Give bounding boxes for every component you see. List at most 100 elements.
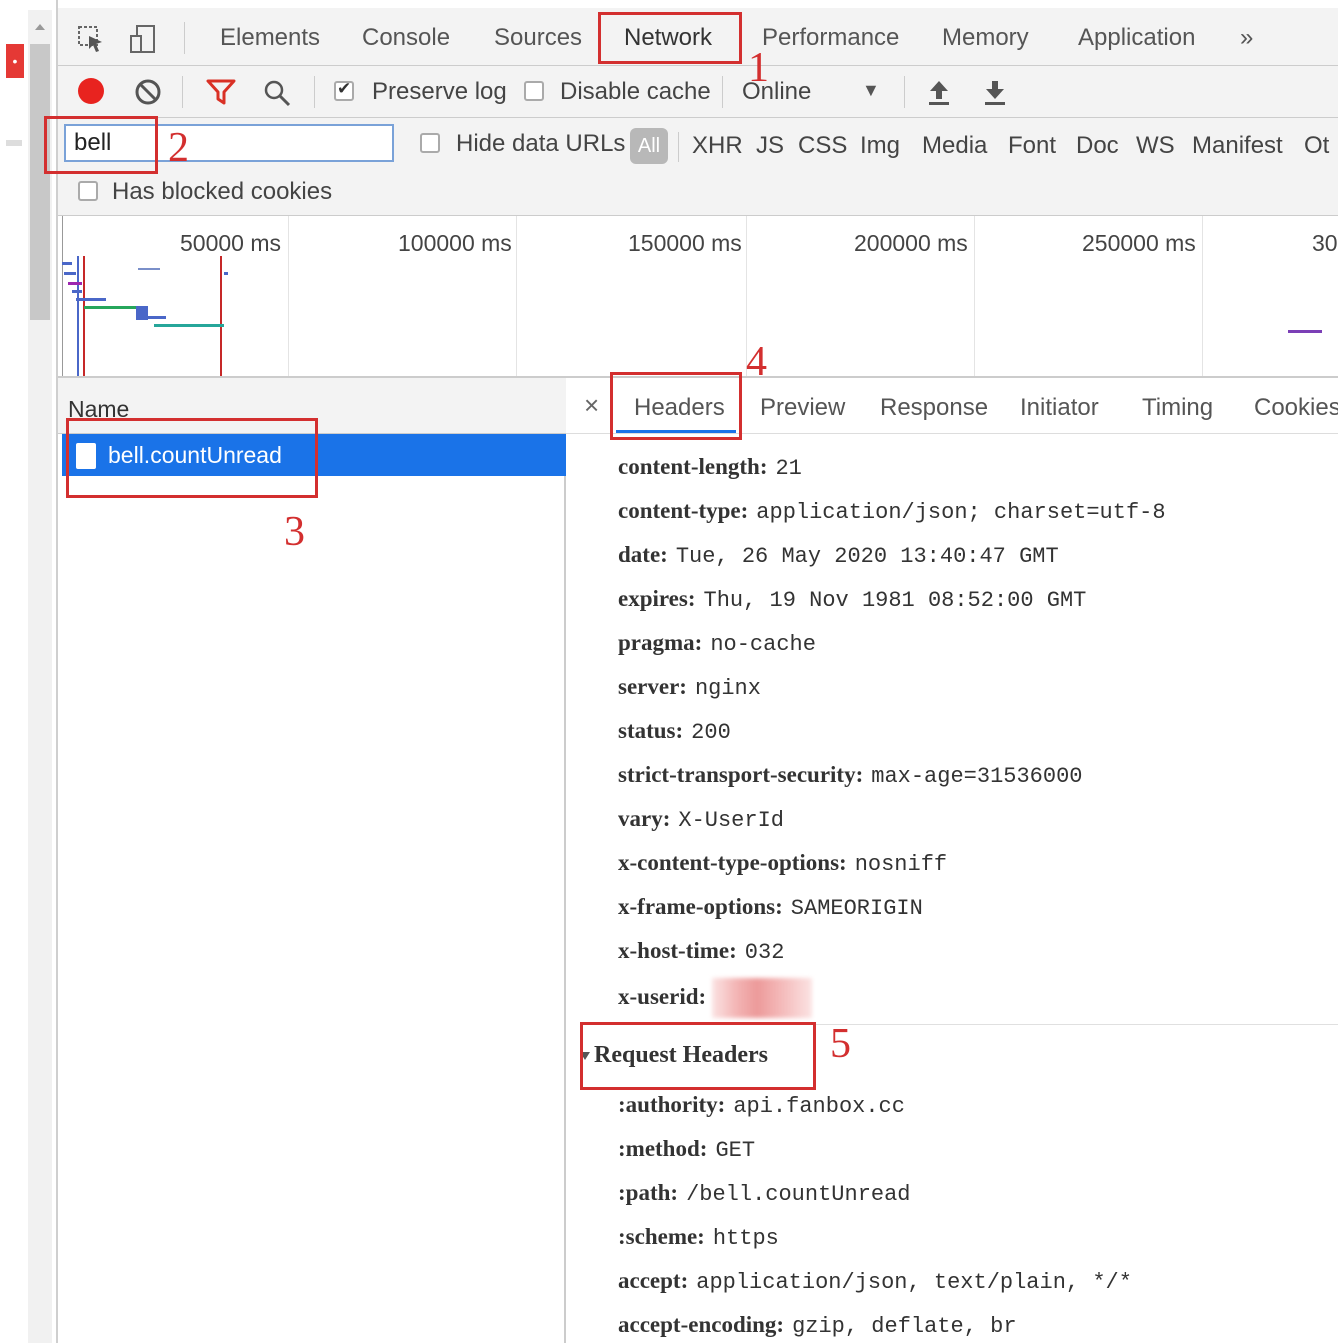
request-detail-panel: × Headers Preview Response Initiator Tim… bbox=[566, 378, 1338, 1343]
response-header-line: server: nginx bbox=[618, 674, 761, 701]
tab-application[interactable]: Application bbox=[1078, 24, 1195, 52]
response-header-line: vary: X-UserId bbox=[618, 806, 784, 833]
header-key: :method: bbox=[618, 1136, 708, 1161]
requests-panel: Name bell.countUnread bbox=[58, 378, 566, 1343]
annotation-box-request-headers bbox=[580, 1022, 816, 1090]
filter-separator bbox=[678, 132, 679, 162]
tab-preview[interactable]: Preview bbox=[760, 394, 845, 422]
annotation-number: 1 bbox=[748, 45, 769, 91]
response-header-line: x-userid: bbox=[618, 978, 813, 1018]
annotation-box-filter bbox=[44, 116, 158, 174]
disable-cache-checkbox[interactable] bbox=[524, 81, 544, 101]
device-toolbar-icon[interactable] bbox=[128, 24, 158, 54]
redacted-userid bbox=[712, 978, 813, 1018]
annotation-number: 4 bbox=[746, 339, 767, 385]
has-blocked-cookies-checkbox[interactable] bbox=[78, 181, 98, 201]
tab-initiator[interactable]: Initiator bbox=[1020, 394, 1099, 422]
annotation-number: 5 bbox=[830, 1021, 851, 1067]
header-value: 21 bbox=[775, 456, 802, 481]
scrollbar-thumb[interactable] bbox=[30, 44, 50, 320]
request-header-line: accept: application/json, text/plain, */* bbox=[618, 1268, 1132, 1295]
toolbar-separator bbox=[314, 76, 315, 108]
header-key: accept-encoding: bbox=[618, 1312, 785, 1337]
header-value: SAMEORIGIN bbox=[790, 896, 923, 921]
tab-timing[interactable]: Timing bbox=[1142, 394, 1213, 422]
request-header-line: :method: GET bbox=[618, 1136, 755, 1163]
tab-sources[interactable]: Sources bbox=[494, 24, 582, 52]
header-value: application/json, text/plain, */* bbox=[696, 1270, 1132, 1295]
header-value: nosniff bbox=[854, 852, 948, 877]
type-filter-ws[interactable]: WS bbox=[1136, 132, 1175, 160]
tab-cookies[interactable]: Cookies bbox=[1254, 394, 1338, 422]
header-key: pragma: bbox=[618, 630, 703, 655]
clear-icon[interactable] bbox=[134, 78, 162, 111]
type-filter-doc[interactable]: Doc bbox=[1076, 132, 1119, 160]
header-value: max-age=31536000 bbox=[871, 764, 1083, 789]
tab-response[interactable]: Response bbox=[880, 394, 988, 422]
toolbar-separator bbox=[722, 76, 723, 108]
response-header-line: x-frame-options: SAMEORIGIN bbox=[618, 894, 923, 921]
response-header-line: expires: Thu, 19 Nov 1981 08:52:00 GMT bbox=[618, 586, 1086, 613]
type-filter-all[interactable]: All bbox=[630, 128, 668, 164]
hide-data-urls-checkbox[interactable] bbox=[420, 133, 440, 153]
type-filter-media[interactable]: Media bbox=[922, 132, 987, 160]
has-blocked-cookies-label: Has blocked cookies bbox=[112, 178, 333, 205]
scroll-up-icon[interactable] bbox=[35, 24, 45, 30]
header-key: x-host-time: bbox=[618, 938, 737, 963]
header-value: Tue, 26 May 2020 13:40:47 GMT bbox=[675, 544, 1059, 569]
filter-bar: Hide data URLs All XHR JS CSS Img Media … bbox=[58, 118, 1338, 216]
record-icon[interactable] bbox=[78, 78, 104, 104]
type-filter-js[interactable]: JS bbox=[756, 132, 784, 160]
header-value: Thu, 19 Nov 1981 08:52:00 GMT bbox=[703, 588, 1087, 613]
toolbar-separator bbox=[182, 76, 183, 108]
request-header-line: :authority: api.fanbox.cc bbox=[618, 1092, 905, 1119]
toolbar-separator bbox=[904, 76, 905, 108]
response-header-line: pragma: no-cache bbox=[618, 630, 816, 657]
page-gray-mark bbox=[6, 140, 22, 146]
more-tabs-chevron-icon[interactable]: » bbox=[1240, 24, 1253, 52]
throttling-dropdown-icon[interactable]: ▼ bbox=[862, 80, 880, 101]
hide-data-urls-label: Hide data URLs bbox=[456, 130, 626, 157]
response-header-line: x-host-time: 032 bbox=[618, 938, 784, 965]
header-key: server: bbox=[618, 674, 687, 699]
timeline-waterfall-chart bbox=[62, 256, 1322, 376]
response-header-line: strict-transport-security: max-age=315360… bbox=[618, 762, 1082, 789]
export-har-icon[interactable] bbox=[982, 78, 1008, 111]
type-filter-other[interactable]: Ot bbox=[1304, 132, 1329, 160]
timeline-overview[interactable]: 50000 ms 100000 ms 150000 ms 200000 ms 2… bbox=[58, 216, 1338, 378]
inspect-element-icon[interactable] bbox=[76, 24, 106, 54]
header-value: application/json; charset=utf-8 bbox=[756, 500, 1166, 525]
header-value: no-cache bbox=[710, 632, 816, 657]
response-header-line: date: Tue, 26 May 2020 13:40:47 GMT bbox=[618, 542, 1059, 569]
header-key: x-frame-options: bbox=[618, 894, 783, 919]
tab-elements[interactable]: Elements bbox=[220, 24, 320, 52]
import-har-icon[interactable] bbox=[926, 78, 952, 111]
type-filter-img[interactable]: Img bbox=[860, 132, 900, 160]
response-header-line: status: 200 bbox=[618, 718, 731, 745]
tabbar-separator bbox=[184, 22, 185, 54]
request-header-line: accept-encoding: gzip, deflate, br bbox=[618, 1312, 1017, 1339]
header-value: 200 bbox=[691, 720, 731, 745]
page-scrollbar[interactable] bbox=[28, 10, 52, 1343]
filter-icon[interactable] bbox=[206, 78, 236, 111]
preserve-log-checkbox[interactable] bbox=[334, 79, 354, 101]
header-value: https bbox=[712, 1226, 779, 1251]
close-icon[interactable]: × bbox=[584, 390, 599, 421]
annotation-box-headers-tab bbox=[610, 372, 742, 440]
annotation-box-network-tab bbox=[598, 12, 742, 64]
page-edge-strip: • bbox=[0, 0, 58, 1343]
request-header-line: :path: /bell.countUnread bbox=[618, 1180, 911, 1207]
type-filter-css[interactable]: CSS bbox=[798, 132, 847, 160]
header-value: /bell.countUnread bbox=[686, 1182, 911, 1207]
annotation-box-request-row bbox=[66, 418, 318, 498]
type-filter-font[interactable]: Font bbox=[1008, 132, 1056, 160]
search-icon[interactable] bbox=[262, 78, 292, 113]
type-filter-manifest[interactable]: Manifest bbox=[1192, 132, 1283, 160]
tab-performance[interactable]: Performance bbox=[762, 24, 899, 52]
header-key: :authority: bbox=[618, 1092, 726, 1117]
response-header-line: content-type: application/json; charset=u… bbox=[618, 498, 1166, 525]
tab-memory[interactable]: Memory bbox=[942, 24, 1029, 52]
tab-console[interactable]: Console bbox=[362, 24, 450, 52]
type-filter-xhr[interactable]: XHR bbox=[692, 132, 743, 160]
request-header-line: :scheme: https bbox=[618, 1224, 779, 1251]
